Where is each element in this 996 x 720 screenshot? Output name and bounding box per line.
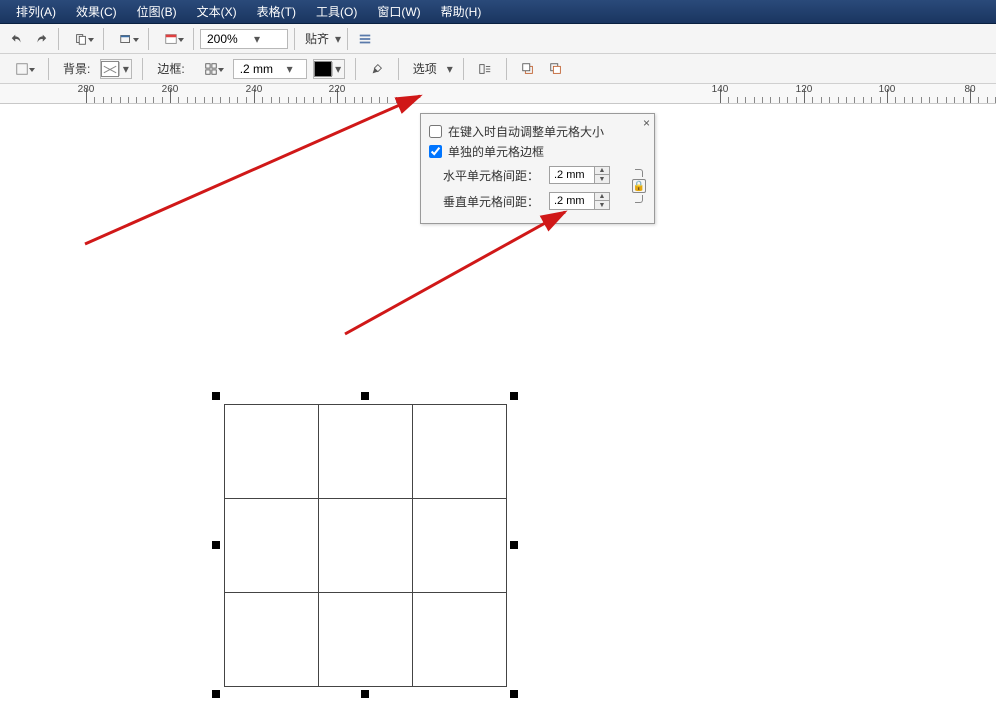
annotation-arrow-1 bbox=[80, 84, 450, 254]
table-cell[interactable] bbox=[319, 593, 413, 687]
welcome-icon[interactable] bbox=[155, 28, 187, 50]
table-grid[interactable] bbox=[224, 404, 507, 687]
selection-handle-n[interactable] bbox=[361, 392, 369, 400]
selection-handle-e[interactable] bbox=[510, 541, 518, 549]
no-fill-swatch bbox=[101, 61, 119, 77]
menu-arrange[interactable]: 排列(A) bbox=[6, 1, 66, 22]
selection-handle-se[interactable] bbox=[510, 690, 518, 698]
chevron-down-icon: ▾ bbox=[119, 62, 131, 76]
background-color-dropdown[interactable]: ▾ bbox=[100, 59, 132, 79]
zoom-value: 200% bbox=[207, 32, 251, 46]
selection-handle-ne[interactable] bbox=[510, 392, 518, 400]
object-size-icon[interactable] bbox=[6, 58, 38, 80]
separator bbox=[347, 28, 348, 50]
border-color-dropdown[interactable]: ▾ bbox=[313, 59, 345, 79]
spinner-buttons[interactable]: ▲▼ bbox=[595, 192, 610, 210]
h-spacing-input[interactable] bbox=[549, 166, 595, 184]
table-cell[interactable] bbox=[413, 499, 507, 593]
h-spacing-label: 水平单元格间距： bbox=[443, 167, 543, 184]
separator bbox=[506, 58, 507, 80]
launch-icon[interactable] bbox=[110, 28, 142, 50]
separator bbox=[58, 28, 59, 50]
lock-link[interactable]: 🔒 bbox=[632, 169, 646, 203]
toolbar-main: 200% ▾ 贴齐 ▾ bbox=[0, 24, 996, 54]
redo-icon[interactable] bbox=[30, 28, 52, 50]
lock-icon: 🔒 bbox=[632, 179, 646, 193]
table-cell[interactable] bbox=[413, 405, 507, 499]
selection-handle-s[interactable] bbox=[361, 690, 369, 698]
table-object[interactable] bbox=[224, 404, 507, 687]
text-wrap-icon[interactable] bbox=[474, 58, 496, 80]
separator bbox=[103, 28, 104, 50]
separator bbox=[355, 58, 356, 80]
menubar: 排列(A) 效果(C) 位图(B) 文本(X) 表格(T) 工具(O) 窗口(W… bbox=[0, 0, 996, 24]
separator bbox=[463, 58, 464, 80]
horizontal-ruler: 28026024022014012010080 bbox=[0, 84, 996, 104]
table-cell[interactable] bbox=[225, 593, 319, 687]
black-swatch bbox=[314, 61, 332, 77]
to-front-icon[interactable] bbox=[517, 58, 539, 80]
separator bbox=[294, 28, 295, 50]
separator bbox=[398, 58, 399, 80]
separator bbox=[193, 28, 194, 50]
table-options-popup: × 在键入时自动调整单元格大小 单独的单元格边框 水平单元格间距： ▲▼ 垂直单… bbox=[420, 113, 655, 224]
table-cell[interactable] bbox=[413, 593, 507, 687]
spinner-buttons[interactable]: ▲▼ bbox=[595, 166, 610, 184]
menu-tools[interactable]: 工具(O) bbox=[306, 1, 367, 22]
menu-table[interactable]: 表格(T) bbox=[247, 1, 306, 22]
copy-icon[interactable] bbox=[65, 28, 97, 50]
v-spacing-spinner[interactable]: ▲▼ bbox=[549, 192, 610, 210]
border-width-combo[interactable]: .2 mm ▾ bbox=[233, 59, 307, 79]
separator bbox=[148, 28, 149, 50]
separator bbox=[48, 58, 49, 80]
h-spacing-spinner[interactable]: ▲▼ bbox=[549, 166, 610, 184]
chevron-down-icon: ▾ bbox=[284, 62, 296, 76]
auto-resize-checkbox[interactable] bbox=[429, 125, 442, 138]
to-back-icon[interactable] bbox=[545, 58, 567, 80]
snap-label[interactable]: 贴齐 bbox=[301, 30, 333, 47]
close-icon[interactable]: × bbox=[643, 116, 650, 130]
table-cell[interactable] bbox=[319, 499, 413, 593]
menu-window[interactable]: 窗口(W) bbox=[367, 1, 430, 22]
zoom-combo[interactable]: 200% ▾ bbox=[200, 29, 288, 49]
options-small-icon[interactable] bbox=[354, 28, 376, 50]
menu-bitmap[interactable]: 位图(B) bbox=[127, 1, 187, 22]
table-cell[interactable] bbox=[225, 499, 319, 593]
auto-resize-label: 在键入时自动调整单元格大小 bbox=[448, 123, 604, 140]
chevron-down-icon: ▾ bbox=[251, 32, 263, 46]
menu-text[interactable]: 文本(X) bbox=[187, 1, 247, 22]
menu-effects[interactable]: 效果(C) bbox=[66, 1, 127, 22]
chevron-down-icon[interactable]: ▾ bbox=[447, 62, 453, 76]
border-select-icon[interactable] bbox=[195, 58, 227, 80]
outline-pen-icon[interactable] bbox=[366, 58, 388, 80]
table-cell[interactable] bbox=[319, 405, 413, 499]
border-width-value: .2 mm bbox=[240, 62, 284, 76]
menu-help[interactable]: 帮助(H) bbox=[431, 1, 492, 22]
background-label: 背景: bbox=[59, 60, 94, 77]
toolbar-table-props: 背景: ▾ 边框: .2 mm ▾ ▾ 选项 ▾ bbox=[0, 54, 996, 84]
chevron-down-icon[interactable]: ▾ bbox=[335, 32, 341, 46]
chevron-down-icon: ▾ bbox=[332, 62, 344, 76]
separate-borders-checkbox[interactable] bbox=[429, 145, 442, 158]
selection-handle-nw[interactable] bbox=[212, 392, 220, 400]
table-cell[interactable] bbox=[225, 405, 319, 499]
border-label: 边框: bbox=[153, 60, 188, 77]
annotation-arrow-2 bbox=[340, 204, 590, 344]
v-spacing-label: 垂直单元格间距： bbox=[443, 193, 543, 210]
separate-borders-label: 单独的单元格边框 bbox=[448, 143, 544, 160]
separator bbox=[142, 58, 143, 80]
selection-handle-w[interactable] bbox=[212, 541, 220, 549]
v-spacing-input[interactable] bbox=[549, 192, 595, 210]
undo-icon[interactable] bbox=[6, 28, 28, 50]
selection-handle-sw[interactable] bbox=[212, 690, 220, 698]
options-label[interactable]: 选项 bbox=[409, 60, 441, 77]
canvas[interactable]: × 在键入时自动调整单元格大小 单独的单元格边框 水平单元格间距： ▲▼ 垂直单… bbox=[0, 104, 996, 720]
